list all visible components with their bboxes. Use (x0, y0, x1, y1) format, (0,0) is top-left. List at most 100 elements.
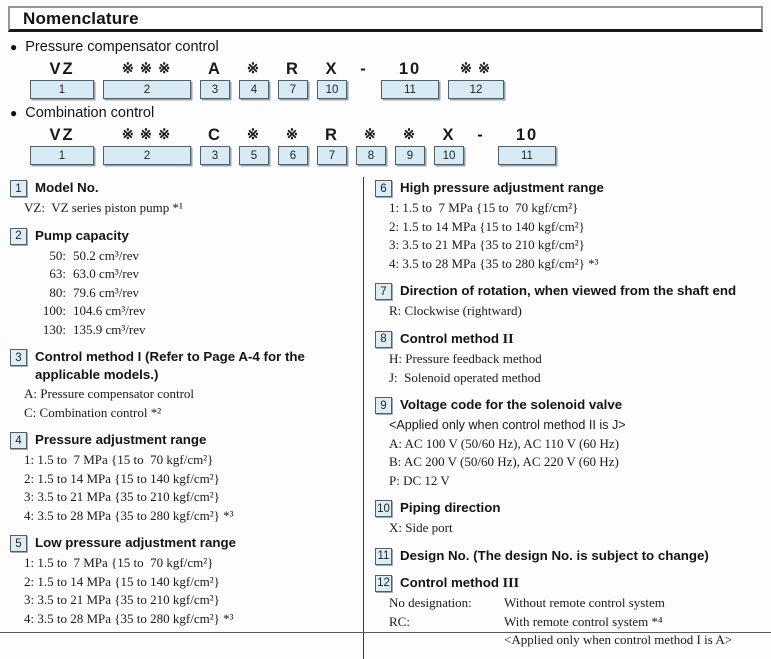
section-model-no: 1 Model No. VZ: VZ series piston pump *¹ (10, 179, 357, 218)
code-unit: VZ1 (30, 58, 94, 99)
code-box: 10 (317, 80, 347, 99)
right-column: 6 High pressure adjustment range 1: 1.5 … (364, 177, 763, 659)
code-unit: VZ1 (30, 124, 94, 165)
code-unit: ※※※2 (103, 58, 191, 99)
roman-numeral: II (503, 332, 514, 347)
code-box: 2 (103, 80, 191, 99)
model-code-diagram-1: VZ1※※※2A3※4R7X10-1011※※12 (30, 58, 763, 99)
code-box: 3 (200, 80, 230, 99)
section-direction-of-rotation: 7 Direction of rotation, when viewed fro… (375, 282, 763, 321)
spec-line: VZ: VZ series piston pump *¹ (24, 199, 357, 218)
model-code-diagram-2: VZ1※※※2C3※5※6R7※8※9X10-1011 (30, 124, 763, 165)
section-control-method-3: 12 Control method III No designation:Wit… (375, 574, 763, 650)
section-number-badge: 3 (10, 349, 27, 366)
code-char: 10 (399, 58, 421, 80)
diagram1-label-row: ● Pressure compensator control (10, 39, 763, 55)
spec-line: R: Clockwise (rightward) (389, 302, 763, 321)
code-char: ※ (399, 124, 421, 146)
code-box: 11 (498, 146, 556, 165)
code-unit: R7 (317, 124, 347, 165)
code-unit: X10 (434, 124, 464, 165)
section-title: Direction of rotation, when viewed from … (400, 282, 736, 300)
dash-char: - (477, 124, 485, 146)
code-char: R (286, 58, 300, 80)
section-title: Low pressure adjustment range (35, 534, 236, 552)
section-title: Control method III (400, 574, 519, 593)
code-unit: C3 (200, 124, 230, 165)
code-char: X (325, 58, 338, 80)
pump-value: 50.2 cm³/rev (73, 247, 357, 266)
dash-char: - (360, 58, 368, 80)
bullet-icon: ● (10, 41, 17, 53)
applicability-note: <Applied only when control method II is … (389, 416, 763, 435)
spec-line: 1: 1.5 to 7 MPa {15 to 70 kgf/cm²} (24, 451, 357, 470)
pump-capacity-table: 50:50.2 cm³/rev 63:63.0 cm³/rev 80:79.6 … (24, 247, 357, 340)
code-char: ※ (243, 58, 265, 80)
section-title: Control method I (Refer to Page A-4 for … (35, 348, 337, 383)
spec-line: 1: 1.5 to 7 MPa {15 to 70 kgf/cm²} (389, 199, 763, 218)
code-unit: ※4 (239, 58, 269, 99)
section-piping-direction: 10 Piping direction X: Side port (375, 499, 763, 538)
nomenclature-page: Nomenclature ● Pressure compensator cont… (0, 0, 771, 635)
option-value: Without remote control system (504, 594, 763, 613)
option-label (389, 631, 504, 650)
spec-line: X: Side port (389, 519, 763, 538)
code-box: 5 (239, 146, 269, 165)
code-char: ※※※ (118, 124, 176, 146)
code-char: ※※※ (118, 58, 176, 80)
spec-line: 3: 3.5 to 21 MPa {35 to 210 kgf/cm²} (24, 488, 357, 507)
page-title-box: Nomenclature (8, 6, 763, 32)
pump-code: 130: (24, 321, 66, 340)
code-unit: ※8 (356, 124, 386, 165)
section-number-badge: 5 (10, 535, 27, 552)
code-unit: ※9 (395, 124, 425, 165)
code-box: 2 (103, 146, 191, 165)
code-char: A (208, 58, 222, 80)
code-box: 9 (395, 146, 425, 165)
code-box: 8 (356, 146, 386, 165)
section-control-method-1: 3 Control method I (Refer to Page A-4 fo… (10, 348, 357, 422)
code-box: 12 (448, 80, 504, 99)
section-number-badge: 10 (375, 500, 392, 517)
spec-line: H: Pressure feedback method (389, 350, 763, 369)
code-char: VZ (49, 58, 74, 80)
section-title: Design No. (The design No. is subject to… (400, 547, 709, 565)
spec-line: P: DC 12 V (389, 472, 763, 491)
spec-line: 4: 3.5 to 28 MPa {35 to 280 kgf/cm²} *³ (389, 255, 763, 274)
section-control-method-2: 8 Control method II H: Pressure feedback… (375, 330, 763, 388)
code-box: 4 (239, 80, 269, 99)
spec-line: B: AC 200 V (50/60 Hz), AC 220 V (60 Hz) (389, 453, 763, 472)
pump-code: 100: (24, 302, 66, 321)
option-value: With remote control system *⁴ (504, 613, 763, 632)
page-bottom-rule (0, 632, 771, 634)
pump-value: 79.6 cm³/rev (73, 284, 357, 303)
pump-code: 80: (24, 284, 66, 303)
pump-value: 135.9 cm³/rev (73, 321, 357, 340)
spec-line: 2: 1.5 to 14 MPa {15 to 140 kgf/cm²} (24, 573, 357, 592)
code-box: 7 (278, 80, 308, 99)
code-unit: 1011 (498, 124, 556, 165)
code-box: 6 (278, 146, 308, 165)
option-label: No designation: (389, 594, 504, 613)
spec-line: A: AC 100 V (50/60 Hz), AC 110 V (60 Hz) (389, 435, 763, 454)
section-number-badge: 6 (375, 180, 392, 197)
spec-line: 2: 1.5 to 14 MPa {15 to 140 kgf/cm²} (24, 470, 357, 489)
roman-numeral: III (503, 576, 519, 591)
section-number-badge: 12 (375, 575, 392, 592)
code-char: ※ (360, 124, 382, 146)
code-unit-dash: - (473, 124, 489, 165)
code-unit-dash: - (356, 58, 372, 99)
section-high-pressure-adjustment-range: 6 High pressure adjustment range 1: 1.5 … (375, 179, 763, 273)
section-voltage-code: 9 Voltage code for the solenoid valve <A… (375, 396, 763, 490)
code-char: ※ (243, 124, 265, 146)
section-design-no: 11 Design No. (The design No. is subject… (375, 547, 763, 565)
section-number-badge: 7 (375, 283, 392, 300)
section-pump-capacity: 2 Pump capacity 50:50.2 cm³/rev 63:63.0 … (10, 227, 357, 340)
code-unit: A3 (200, 58, 230, 99)
code-box: 10 (434, 146, 464, 165)
code-unit: ※5 (239, 124, 269, 165)
spec-line: C: Combination control *² (24, 404, 357, 423)
option-value: <Applied only when control method I is A… (504, 631, 763, 650)
code-unit: R7 (278, 58, 308, 99)
pump-code: 63: (24, 265, 66, 284)
